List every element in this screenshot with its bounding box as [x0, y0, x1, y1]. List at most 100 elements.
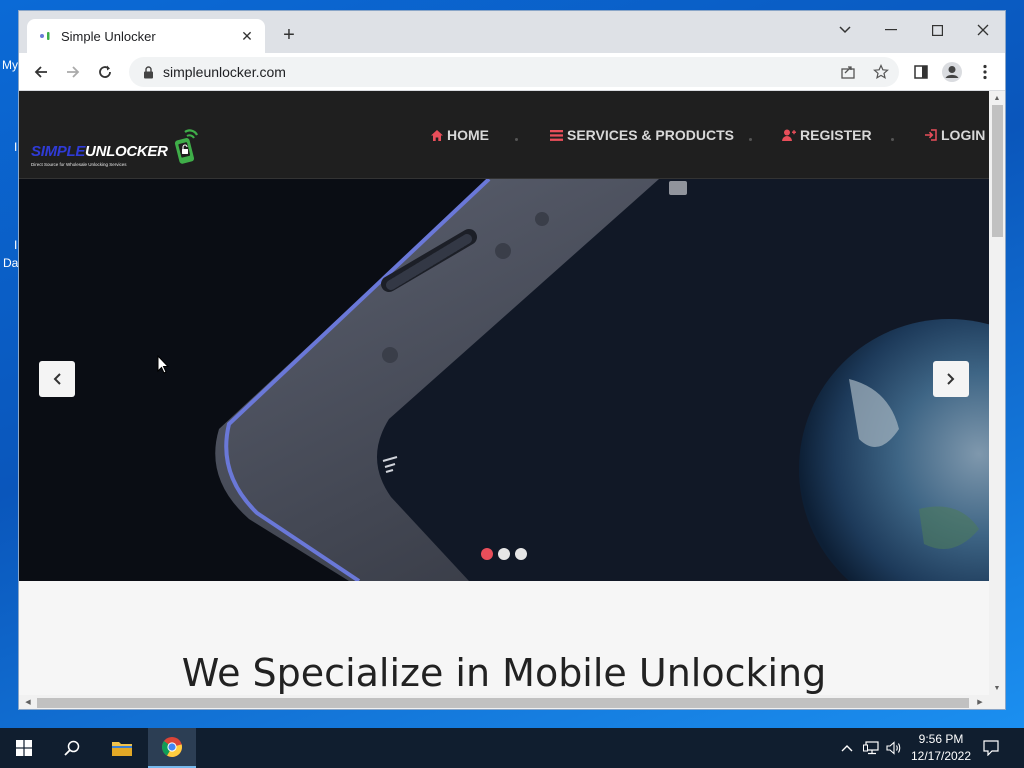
logo-text-unlocker: UNLOCKER: [85, 143, 168, 160]
profile-button[interactable]: [940, 60, 964, 84]
file-explorer-button[interactable]: [98, 728, 146, 768]
vertical-scrollbar[interactable]: ▲ ▼: [989, 91, 1005, 695]
taskbar: 9:56 PM 12/17/2022: [0, 728, 1024, 768]
chrome-taskbar-button[interactable]: [148, 728, 196, 768]
nav-separator: [891, 138, 894, 141]
minimize-icon: [885, 29, 897, 31]
nav-separator: [515, 138, 518, 141]
mouse-cursor-icon: [157, 355, 169, 374]
more-vertical-icon: [983, 64, 987, 80]
network-button[interactable]: [862, 740, 880, 756]
unlocked-phone-icon: [174, 129, 198, 164]
reload-button[interactable]: [91, 58, 119, 86]
clock-time: 9:56 PM: [918, 732, 964, 746]
desktop-icon-label[interactable]: Da: [3, 256, 18, 270]
sign-in-icon: [925, 129, 937, 141]
hero-slide-image: [19, 179, 989, 581]
nav-login[interactable]: LOGIN: [924, 127, 985, 143]
nav-services-label: SERVICES & PRODUCTS: [567, 127, 734, 143]
share-button[interactable]: [836, 60, 860, 84]
desktop-icon-label[interactable]: My: [2, 58, 18, 72]
scroll-right-icon[interactable]: ▶: [975, 697, 985, 707]
maximize-icon: [931, 24, 943, 36]
nav-home-label: HOME: [447, 127, 489, 143]
carousel-indicators: [481, 548, 527, 560]
share-icon: [841, 66, 855, 79]
lock-icon[interactable]: [141, 65, 155, 79]
horizontal-scroll-thumb[interactable]: [37, 698, 969, 708]
speaker-icon: [886, 741, 901, 755]
page-headline: We Specialize in Mobile Unlocking: [181, 651, 827, 695]
scroll-left-icon[interactable]: ◀: [23, 697, 33, 707]
desktop-icon-label[interactable]: I: [14, 140, 17, 154]
page-viewport: SIMPLEUNLOCKER Direct Source for Wholesa…: [19, 91, 989, 695]
site-favicon-icon: [37, 28, 53, 44]
menu-button[interactable]: [973, 60, 997, 84]
arrow-right-icon: [67, 66, 80, 78]
nav-login-label: LOGIN: [941, 127, 986, 143]
arrow-left-icon: [34, 66, 47, 78]
system-clock[interactable]: 9:56 PM 12/17/2022: [908, 731, 974, 765]
side-panel-button[interactable]: [909, 60, 933, 84]
nav-separator: [749, 138, 752, 141]
windows-logo-icon: [16, 740, 32, 756]
reload-icon: [99, 65, 111, 78]
tab-simple-unlocker[interactable]: Simple Unlocker ✕: [27, 19, 265, 53]
chevron-left-icon: [53, 373, 61, 385]
clock-date: 12/17/2022: [910, 749, 972, 763]
carousel-indicator-1[interactable]: [481, 548, 493, 560]
carousel-indicator-2[interactable]: [498, 548, 510, 560]
forward-button[interactable]: [59, 58, 87, 86]
search-icon: [64, 740, 80, 756]
side-panel-icon: [914, 65, 928, 79]
horizontal-scrollbar[interactable]: ◀ ▶: [19, 695, 989, 709]
nav-services-products[interactable]: SERVICES & PRODUCTS: [550, 127, 734, 143]
star-icon: [873, 64, 889, 80]
action-center-button[interactable]: [982, 740, 1000, 756]
chevron-up-icon: [841, 745, 853, 752]
notification-icon: [983, 740, 999, 756]
tab-title: Simple Unlocker: [61, 28, 156, 44]
url-text[interactable]: simpleunlocker.com: [163, 64, 286, 80]
volume-button[interactable]: [885, 740, 903, 756]
carousel-next-button[interactable]: [933, 361, 969, 397]
back-button[interactable]: [27, 58, 55, 86]
vertical-scroll-thumb[interactable]: [992, 105, 1003, 237]
tab-strip: Simple Unlocker ✕ +: [19, 11, 1005, 53]
new-tab-button[interactable]: +: [277, 23, 301, 47]
carousel-indicator-3[interactable]: [515, 548, 527, 560]
home-icon: [431, 129, 443, 141]
address-bar[interactable]: simpleunlocker.com: [129, 57, 899, 87]
bookmark-button[interactable]: [869, 60, 893, 84]
tab-search-button[interactable]: [822, 15, 868, 45]
show-hidden-icons-button[interactable]: [838, 740, 856, 756]
list-icon: [550, 129, 563, 141]
search-button[interactable]: [48, 728, 96, 768]
close-icon: [977, 24, 989, 36]
desktop-icon-label[interactable]: I: [14, 238, 17, 252]
site-header: SIMPLEUNLOCKER Direct Source for Wholesa…: [19, 91, 989, 179]
nav-home[interactable]: HOME: [431, 127, 489, 143]
chrome-icon: [161, 737, 183, 758]
scrollbar-corner: [989, 695, 1005, 709]
chevron-right-icon: [947, 373, 955, 385]
user-plus-icon: [782, 129, 796, 141]
chevron-down-icon: [839, 26, 851, 34]
carousel-prev-button[interactable]: [39, 361, 75, 397]
minimize-button[interactable]: [868, 15, 914, 45]
logo-text-simple: SIMPLE: [31, 143, 86, 160]
maximize-button[interactable]: [914, 15, 960, 45]
site-logo[interactable]: SIMPLEUNLOCKER Direct Source for Wholesa…: [31, 129, 201, 171]
folder-icon: [112, 742, 132, 756]
profile-icon: [942, 62, 962, 82]
close-window-button[interactable]: [960, 15, 1005, 45]
network-icon: [863, 741, 879, 755]
browser-toolbar: simpleunlocker.com: [19, 53, 1005, 91]
nav-register[interactable]: REGISTER: [782, 127, 872, 143]
nav-register-label: REGISTER: [800, 127, 872, 143]
tab-close-icon[interactable]: ✕: [239, 28, 255, 45]
start-button[interactable]: [0, 728, 48, 768]
logo-tagline: Direct Source for Wholesale Unlocking Se…: [31, 162, 127, 167]
scroll-down-icon[interactable]: ▼: [992, 683, 1002, 693]
scroll-up-icon[interactable]: ▲: [992, 93, 1002, 103]
